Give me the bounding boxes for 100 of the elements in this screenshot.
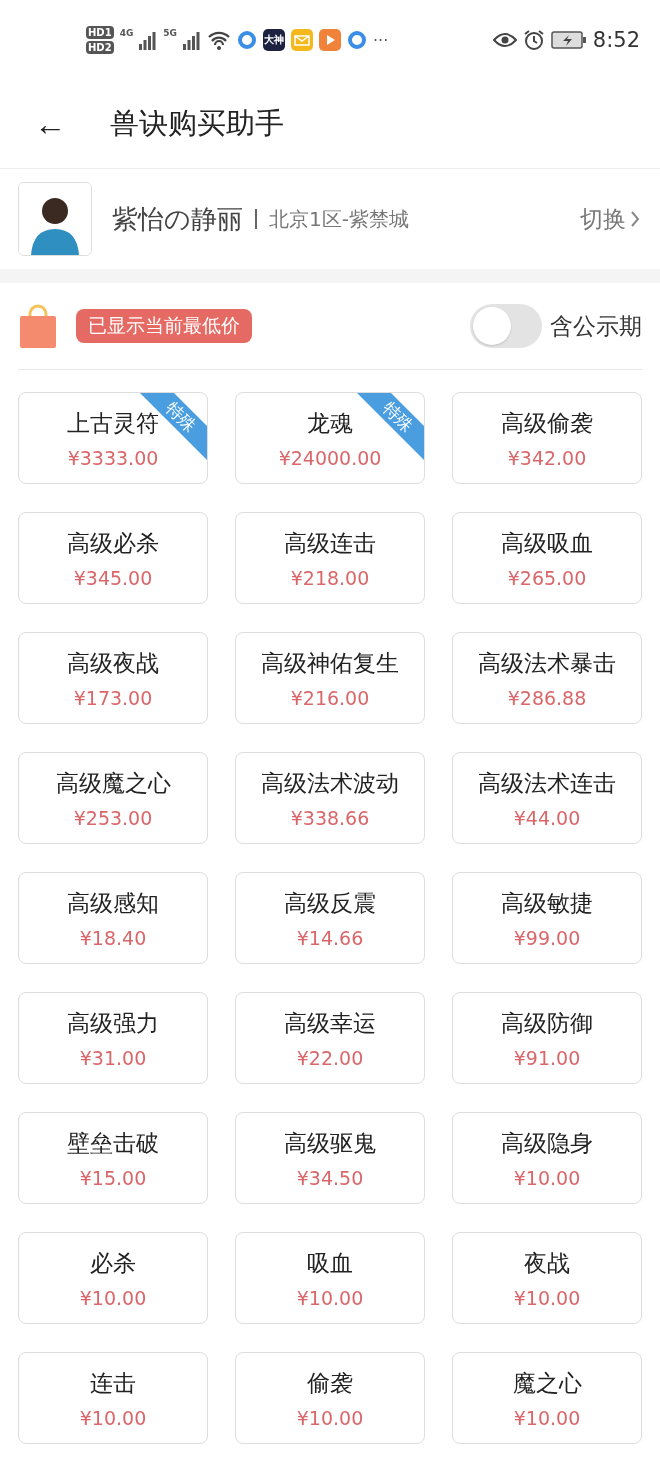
item-price: ¥14.66 bbox=[296, 926, 364, 949]
sim-badge: HD1 bbox=[86, 26, 114, 39]
item-name: 高级幸运 bbox=[284, 1008, 376, 1038]
signal-icon bbox=[182, 30, 201, 50]
item-name: 龙魂 bbox=[307, 408, 353, 438]
item-card[interactable]: 高级感知 ¥18.40 bbox=[18, 872, 208, 964]
item-card[interactable]: 高级偷袭 ¥342.00 bbox=[452, 392, 642, 484]
item-card[interactable]: 高级反震 ¥14.66 bbox=[235, 872, 425, 964]
item-price: ¥286.88 bbox=[507, 686, 587, 709]
item-card[interactable]: 必杀 ¥10.00 bbox=[18, 1232, 208, 1324]
item-name: 高级神佑复生 bbox=[261, 648, 399, 678]
item-card[interactable]: 高级连击 ¥218.00 bbox=[235, 512, 425, 604]
wifi-icon bbox=[206, 30, 231, 50]
item-name: 高级法术暴击 bbox=[478, 648, 616, 678]
public-period-toggle[interactable] bbox=[470, 304, 542, 348]
item-name: 高级反震 bbox=[284, 888, 376, 918]
item-name: 魔之心 bbox=[512, 1368, 582, 1398]
item-price: ¥22.00 bbox=[296, 1046, 364, 1069]
item-card[interactable]: 高级敏捷 ¥99.00 bbox=[452, 872, 642, 964]
item-price: ¥18.40 bbox=[79, 926, 147, 949]
item-price: ¥34.50 bbox=[296, 1166, 364, 1189]
item-name: 连击 bbox=[90, 1368, 136, 1398]
eye-icon bbox=[492, 32, 517, 48]
item-card[interactable]: 偷袭 ¥10.00 bbox=[235, 1352, 425, 1444]
item-card[interactable]: 魔之心 ¥10.00 bbox=[452, 1352, 642, 1444]
item-card[interactable]: 高级法术暴击 ¥286.88 bbox=[452, 632, 642, 724]
back-button[interactable]: ← bbox=[34, 105, 66, 143]
item-name: 壁垒击破 bbox=[67, 1128, 159, 1158]
item-price: ¥338.66 bbox=[290, 806, 370, 829]
item-card[interactable]: 夜战 ¥10.00 bbox=[452, 1232, 642, 1324]
item-name: 高级感知 bbox=[67, 888, 159, 918]
item-name: 高级夜战 bbox=[67, 648, 159, 678]
character-name: 紫怡の静丽 bbox=[112, 202, 243, 236]
item-price: ¥91.00 bbox=[513, 1046, 581, 1069]
item-name: 高级隐身 bbox=[501, 1128, 593, 1158]
item-card[interactable]: 壁垒击破 ¥15.00 bbox=[18, 1112, 208, 1204]
item-price: ¥253.00 bbox=[73, 806, 153, 829]
item-price: ¥15.00 bbox=[79, 1166, 147, 1189]
item-card[interactable]: 高级法术连击 ¥44.00 bbox=[452, 752, 642, 844]
item-card[interactable]: 高级夜战 ¥173.00 bbox=[18, 632, 208, 724]
item-price: ¥10.00 bbox=[296, 1406, 364, 1429]
battery-icon bbox=[550, 31, 587, 49]
item-card[interactable]: 吸血 ¥10.00 bbox=[235, 1232, 425, 1324]
item-price: ¥31.00 bbox=[79, 1046, 147, 1069]
item-price: ¥265.00 bbox=[507, 566, 587, 589]
item-price: ¥99.00 bbox=[513, 926, 581, 949]
item-card[interactable]: 龙魂 ¥24000.00 特殊 bbox=[235, 392, 425, 484]
item-card[interactable]: 高级吸血 ¥265.00 bbox=[452, 512, 642, 604]
chevron-icon bbox=[630, 210, 640, 228]
item-name: 高级法术波动 bbox=[261, 768, 399, 798]
item-price: ¥218.00 bbox=[290, 566, 370, 589]
item-card[interactable]: 高级驱鬼 ¥34.50 bbox=[235, 1112, 425, 1204]
item-card[interactable]: 连击 ¥10.00 bbox=[18, 1352, 208, 1444]
item-price: ¥10.00 bbox=[79, 1406, 147, 1429]
item-name: 高级魔之心 bbox=[55, 768, 171, 798]
item-name: 高级偷袭 bbox=[501, 408, 593, 438]
item-name: 必杀 bbox=[90, 1248, 136, 1278]
item-price: ¥10.00 bbox=[79, 1286, 147, 1309]
item-price: ¥10.00 bbox=[513, 1286, 581, 1309]
shopping-bag-icon bbox=[18, 304, 58, 348]
alarm-icon bbox=[522, 29, 545, 51]
item-price: ¥342.00 bbox=[507, 446, 587, 469]
item-name: 高级强力 bbox=[67, 1008, 159, 1038]
item-card[interactable]: 高级防御 ¥91.00 bbox=[452, 992, 642, 1084]
signal-icon bbox=[139, 30, 158, 50]
item-name: 高级驱鬼 bbox=[284, 1128, 376, 1158]
item-card[interactable]: 上古灵符 ¥3333.00 特殊 bbox=[18, 392, 208, 484]
item-card[interactable]: 高级隐身 ¥10.00 bbox=[452, 1112, 642, 1204]
item-name: 高级法术连击 bbox=[478, 768, 616, 798]
item-name: 吸血 bbox=[307, 1248, 353, 1278]
item-name: 偷袭 bbox=[307, 1368, 353, 1398]
item-price: ¥345.00 bbox=[73, 566, 153, 589]
item-card[interactable]: 高级法术波动 ¥338.66 bbox=[235, 752, 425, 844]
server-name: 北京1区-紫禁城 bbox=[269, 205, 409, 233]
item-name: 高级吸血 bbox=[501, 528, 593, 558]
toggle-label: 含公示期 bbox=[550, 311, 642, 341]
browser-icon bbox=[346, 30, 367, 50]
item-price: ¥173.00 bbox=[73, 686, 153, 709]
clock: 8:52 bbox=[592, 28, 640, 52]
item-card[interactable]: 高级必杀 ¥345.00 bbox=[18, 512, 208, 604]
item-name: 高级敏捷 bbox=[501, 888, 593, 918]
network-label: 4G bbox=[119, 28, 134, 38]
item-card[interactable]: 高级幸运 ¥22.00 bbox=[235, 992, 425, 1084]
item-card[interactable]: 高级魔之心 ¥253.00 bbox=[18, 752, 208, 844]
item-name: 高级必杀 bbox=[67, 528, 159, 558]
item-price: ¥216.00 bbox=[290, 686, 370, 709]
item-price: ¥10.00 bbox=[513, 1166, 581, 1189]
more-indicator: ··· bbox=[372, 30, 389, 50]
item-price: ¥10.00 bbox=[513, 1406, 581, 1429]
app-icon: 大神 bbox=[262, 29, 285, 51]
browser-icon bbox=[236, 30, 257, 50]
item-card[interactable]: 高级强力 ¥31.00 bbox=[18, 992, 208, 1084]
play-icon bbox=[318, 29, 341, 51]
item-card[interactable]: 高级神佑复生 ¥216.00 bbox=[235, 632, 425, 724]
sim-badge: HD2 bbox=[86, 41, 114, 54]
mail-icon bbox=[290, 29, 313, 51]
item-price: ¥44.00 bbox=[513, 806, 581, 829]
network-label: 5G bbox=[163, 28, 177, 38]
switch-button[interactable]: 切换 bbox=[580, 203, 640, 235]
item-name: 高级防御 bbox=[501, 1008, 593, 1038]
